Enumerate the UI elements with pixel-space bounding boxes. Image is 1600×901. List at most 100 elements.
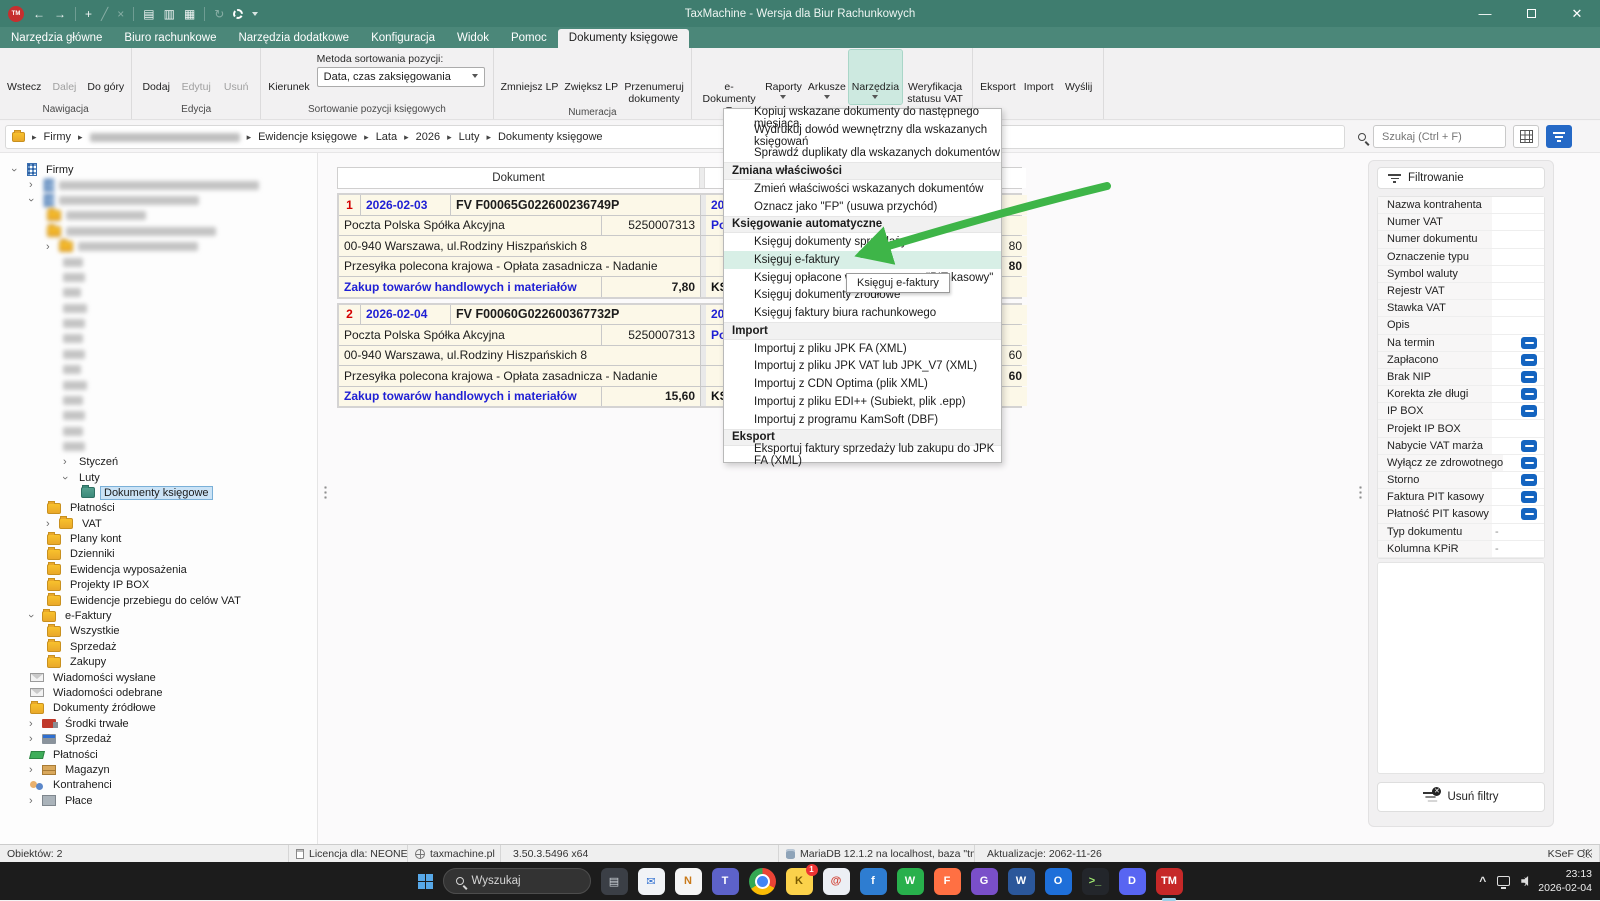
filter-control[interactable] xyxy=(1492,335,1544,351)
tree-chevron-icon[interactable] xyxy=(29,718,41,730)
filter-control-icon[interactable]: - xyxy=(1492,526,1499,538)
tree-item[interactable] xyxy=(0,377,317,392)
ribbon-button[interactable]: Zmniejsz LP xyxy=(498,50,562,95)
ribbon-tab[interactable]: Dokumenty księgowe xyxy=(558,29,689,48)
taskbar-app-icon[interactable]: K 1 xyxy=(786,868,813,895)
taskbar-app-icon[interactable]: T xyxy=(712,868,739,895)
menu-row[interactable]: Importuj z CDN Optima (plik XML) xyxy=(724,375,1001,393)
ribbon-button[interactable]: Przenumeruj dokumenty xyxy=(621,50,687,107)
breadcrumb-item[interactable]: Firmy xyxy=(25,131,71,143)
tree-item[interactable] xyxy=(0,347,317,362)
menu-row[interactable]: Zmiana właściwości xyxy=(724,162,1001,180)
ribbon-button[interactable]: Edytuj xyxy=(176,50,216,95)
clear-filters-button[interactable]: ✕ Usuń filtry xyxy=(1377,782,1545,812)
tree-item[interactable] xyxy=(0,331,317,346)
volume-icon[interactable] xyxy=(1521,876,1532,886)
tree-item[interactable]: Wiadomości odebrane xyxy=(0,685,317,700)
taskbar-app-icon[interactable]: W xyxy=(897,868,924,895)
filter-control[interactable]: - xyxy=(1492,524,1544,540)
tree-item[interactable] xyxy=(0,224,317,239)
filter-control-icon[interactable] xyxy=(1521,508,1537,520)
filter-control[interactable] xyxy=(1492,438,1544,454)
tree-item[interactable]: Kontrahenci xyxy=(0,778,317,793)
tree-item[interactable]: Płatności xyxy=(0,501,317,516)
tree-item[interactable]: Plany kont xyxy=(0,531,317,546)
taskbar-app-icon[interactable]: >_ xyxy=(1082,868,1109,895)
taskbar-app-icon[interactable]: ✉ xyxy=(638,868,665,895)
breadcrumb-item[interactable] xyxy=(71,132,240,143)
tree-item[interactable] xyxy=(0,362,317,377)
filter-control[interactable] xyxy=(1492,352,1544,368)
filter-control-icon[interactable] xyxy=(1521,354,1537,366)
filter-control-icon[interactable]: - xyxy=(1492,543,1499,555)
ribbon-button[interactable]: Weryfikacja statusu VAT xyxy=(902,50,968,107)
filter-control-icon[interactable] xyxy=(1521,474,1537,486)
qa-add-icon[interactable]: + xyxy=(85,8,92,20)
tree-item[interactable]: Zakupy xyxy=(0,655,317,670)
tree-item[interactable]: e-Faktury xyxy=(0,608,317,623)
tree-item[interactable] xyxy=(0,439,317,454)
tree-item[interactable]: Wiadomości wysłane xyxy=(0,670,317,685)
tree-item[interactable]: Dokumenty źródłowe xyxy=(0,701,317,716)
tree-item[interactable] xyxy=(0,254,317,269)
tree-chevron-icon[interactable] xyxy=(29,733,41,745)
tree-item[interactable]: Styczeń xyxy=(0,454,317,469)
qa-document-icon[interactable]: ▥ xyxy=(164,8,175,20)
filter-control-icon[interactable] xyxy=(1521,457,1537,469)
menu-row[interactable]: Eksportuj faktury sprzedaży lub zakupu d… xyxy=(724,446,1001,464)
ribbon-button[interactable]: Import xyxy=(1019,50,1059,95)
tree-item[interactable]: Dzienniki xyxy=(0,547,317,562)
tree-item[interactable] xyxy=(0,285,317,300)
ribbon-button[interactable]: Dalej xyxy=(44,50,84,95)
tree-item[interactable] xyxy=(0,193,317,208)
ribbon-button[interactable]: Zwiększ LP xyxy=(561,50,621,95)
taskbar-app-icon[interactable]: D xyxy=(1119,868,1146,895)
breadcrumb-item[interactable]: 2026 xyxy=(397,131,440,143)
filter-control[interactable] xyxy=(1492,403,1544,419)
breadcrumb-item[interactable]: Lata xyxy=(357,131,397,143)
column-header-dokument[interactable]: Dokument xyxy=(338,168,699,188)
tree-chevron-icon[interactable] xyxy=(29,610,41,622)
menu-row[interactable]: Importuj z pliku EDI++ (Subiekt, plik .e… xyxy=(724,393,1001,411)
tree-chevron-icon[interactable] xyxy=(29,194,41,206)
minimize-button[interactable]: — xyxy=(1462,0,1508,27)
filter-control-icon[interactable] xyxy=(1521,371,1537,383)
splitter-handle-left[interactable] xyxy=(323,485,328,499)
tree-item[interactable] xyxy=(0,393,317,408)
taskbar-app-icon[interactable]: G xyxy=(971,868,998,895)
tree-item[interactable]: Sprzedaż xyxy=(0,731,317,746)
filter-control[interactable] xyxy=(1492,420,1544,436)
menu-row[interactable]: Wydrukuj dowód wewnętrzny dla wskazanych… xyxy=(724,127,1001,145)
filter-control-icon[interactable] xyxy=(1521,388,1537,400)
filter-control-icon[interactable] xyxy=(1521,337,1537,349)
resize-grip[interactable] xyxy=(1582,848,1592,858)
menu-row[interactable]: Księguj e-faktury xyxy=(724,251,1001,269)
filter-control[interactable] xyxy=(1492,214,1544,230)
grid-view-button[interactable] xyxy=(1513,125,1539,148)
menu-row[interactable]: Importuj z programu KamSoft (DBF) xyxy=(724,411,1001,429)
ribbon-tab[interactable]: Widok xyxy=(446,29,500,48)
filter-control[interactable] xyxy=(1492,472,1544,488)
ribbon-button[interactable]: Arkusze xyxy=(805,50,849,104)
ribbon-button[interactable]: Kierunek xyxy=(265,50,312,95)
search-input[interactable] xyxy=(1373,125,1506,148)
breadcrumb-item[interactable]: Luty xyxy=(440,131,479,143)
filter-control-icon[interactable] xyxy=(1521,440,1537,452)
breadcrumb-item[interactable]: Dokumenty księgowe xyxy=(479,131,602,143)
ribbon-button[interactable]: Narzędzia xyxy=(849,50,902,104)
menu-row[interactable]: Oznacz jako "FP" (usuwa przychód) xyxy=(724,198,1001,216)
ribbon-tab[interactable]: Konfiguracja xyxy=(360,29,446,48)
ribbon-button[interactable]: Usuń xyxy=(216,50,256,95)
tree-item[interactable]: Magazyn xyxy=(0,762,317,777)
tree-item[interactable]: Firmy xyxy=(0,162,317,177)
taskbar-app-icon[interactable]: N xyxy=(675,868,702,895)
filter-control-icon[interactable] xyxy=(1521,405,1537,417)
taskbar-app-icon[interactable]: F xyxy=(934,868,961,895)
tree-item[interactable]: Sprzedaż xyxy=(0,639,317,654)
menu-row[interactable]: Sprawdź duplikaty dla wskazanych dokumen… xyxy=(724,145,1001,163)
tree-item[interactable] xyxy=(0,208,317,223)
tree-item[interactable]: Projekty IP BOX xyxy=(0,578,317,593)
tree-chevron-icon[interactable] xyxy=(63,456,75,468)
filter-control[interactable]: - xyxy=(1492,541,1544,557)
tree-item[interactable]: VAT xyxy=(0,516,317,531)
